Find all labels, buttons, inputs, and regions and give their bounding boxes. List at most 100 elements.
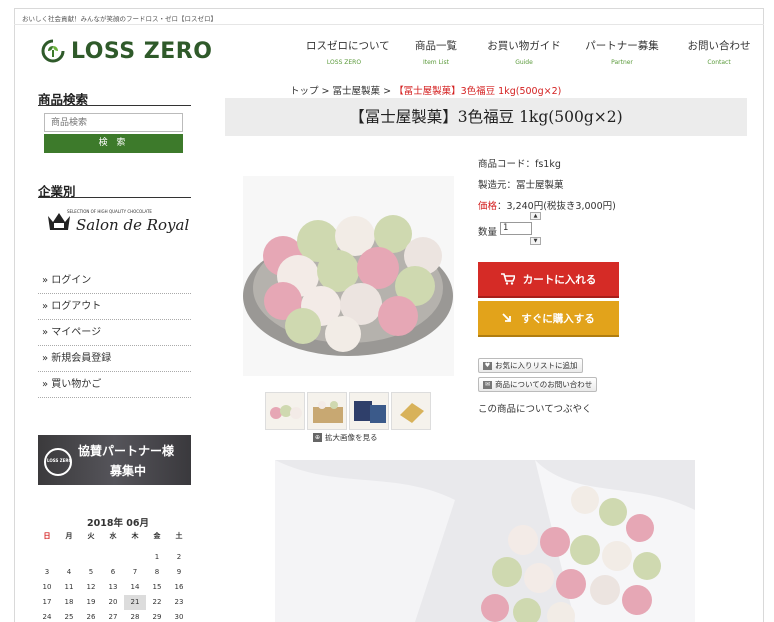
calendar-day: 27 xyxy=(108,613,118,621)
nav-partner-label: パートナー募集 xyxy=(585,40,659,52)
nav-item-list-label: 商品一覧 xyxy=(415,40,457,52)
thumbnail-1[interactable] xyxy=(265,392,305,430)
nav-item-list[interactable]: 商品一覧 Item List xyxy=(406,38,466,66)
thumbnail-strip xyxy=(265,392,435,432)
site-tagline: おいしく社会貢献！みんなが笑顔のフードロス・ゼロ【ロスゼロ】 xyxy=(22,15,217,23)
calendar-day: 18 xyxy=(64,598,74,606)
calendar-day: 25 xyxy=(64,613,74,621)
calendar-day: 3 xyxy=(44,568,50,576)
logo-text: LOSS ZERO xyxy=(71,38,213,64)
calendar-day xyxy=(80,550,102,565)
calendar-day: 2 xyxy=(176,553,182,561)
calendar-day: 5 xyxy=(88,568,94,576)
calendar-day xyxy=(124,550,146,565)
search-input[interactable] xyxy=(44,113,183,132)
calendar-day: 9 xyxy=(176,568,182,576)
add-to-cart-label: カートに入れる xyxy=(522,273,597,286)
menu-login[interactable]: » ログイン xyxy=(38,268,191,294)
calendar-day: 28 xyxy=(130,613,140,621)
add-to-cart-button[interactable]: カートに入れる xyxy=(478,262,619,296)
nav-contact-sublabel: Contact xyxy=(707,59,731,66)
calendar-weekday: 土 xyxy=(175,532,183,540)
calendar-day: 10 xyxy=(42,583,52,591)
calendar-day: 22 xyxy=(152,598,162,606)
breadcrumb-separator: > xyxy=(383,86,392,97)
nav-about-label: ロスゼロについて xyxy=(306,40,390,52)
calendar-day: 8 xyxy=(154,568,160,576)
menu-register[interactable]: » 新規会員登録 xyxy=(38,346,191,372)
product-inquiry-button[interactable]: ✉ 商品についてのお問い合わせ xyxy=(478,377,598,392)
zoom-link-label: 拡大画像を見る xyxy=(325,433,378,442)
calendar-day: 4 xyxy=(66,568,72,576)
nav-partner[interactable]: パートナー募集 Partner xyxy=(584,38,660,66)
nav-contact[interactable]: お問い合わせ Contact xyxy=(684,38,754,66)
calendar-title: 2018年 06月 xyxy=(87,518,149,529)
cart-icon xyxy=(500,273,515,285)
nav-partner-sublabel: Partner xyxy=(611,59,633,66)
menu-cart[interactable]: » 買い物かご xyxy=(38,372,191,398)
calendar-day: 26 xyxy=(86,613,96,621)
breadcrumb-current: 【冨士屋製菓】3色福豆 1kg(500g×2) xyxy=(394,86,562,97)
calendar-day: 15 xyxy=(152,583,162,591)
qty-down-icon[interactable]: ▼ xyxy=(530,237,541,245)
calendar-day: 7 xyxy=(132,568,138,576)
tweet-link[interactable]: この商品についてつぶやく xyxy=(478,401,592,415)
search-button[interactable]: 検 索 xyxy=(44,134,183,153)
loss-zero-logo-icon xyxy=(40,38,66,64)
product-maker: 製造元：冨士屋製菓 xyxy=(478,180,564,191)
price-label: 価格 xyxy=(478,201,498,212)
qty-up-icon[interactable]: ▲ xyxy=(530,212,541,220)
nav-item-list-sublabel: Item List xyxy=(422,59,450,66)
thumbnail-3[interactable] xyxy=(349,392,389,430)
menu-logout[interactable]: » ログアウト xyxy=(38,294,191,320)
add-favorite-button[interactable]: ♥ お気に入りリストに追加 xyxy=(478,358,583,373)
nav-guide-sublabel: Guide xyxy=(515,59,533,66)
thumbnail-2[interactable] xyxy=(307,392,347,430)
add-favorite-label: お気に入りリストに追加 xyxy=(495,361,578,370)
banner-line-2: 募集中 xyxy=(110,464,147,478)
thumbnail-4[interactable] xyxy=(391,392,431,430)
calendar-weekday: 月 xyxy=(65,532,73,540)
calendar-day: 12 xyxy=(86,583,96,591)
nav-about[interactable]: ロスゼロについて LOSS ZERO xyxy=(306,38,390,66)
qty-label: 数量 xyxy=(478,227,498,238)
company-title-rule xyxy=(38,197,191,198)
calendar-day xyxy=(102,550,124,565)
menu-mypage[interactable]: » マイページ xyxy=(38,320,191,346)
arrow-down-right-icon xyxy=(502,313,512,322)
calendar-day: 20 xyxy=(108,598,118,606)
nav-guide[interactable]: お買い物ガイド Guide xyxy=(484,38,564,66)
buy-now-button[interactable]: すぐに購入する xyxy=(478,301,619,335)
breadcrumb: トップ > 冨士屋製菓 > 【冨士屋製菓】3色福豆 1kg(500g×2) xyxy=(290,83,561,97)
quantity-input[interactable]: 1 xyxy=(500,222,532,235)
salon-name: Salon de Royal xyxy=(76,216,190,234)
product-code: 商品コード：fs1kg xyxy=(478,159,561,170)
salon-subtitle: SELECTION OF HIGH QUALITY CHOCOLATE xyxy=(67,209,152,214)
calendar-day: 11 xyxy=(64,583,74,591)
buy-now-label: すぐに購入する xyxy=(521,312,595,325)
nav-about-sublabel: LOSS ZERO xyxy=(326,59,362,66)
search-title-rule xyxy=(38,105,191,106)
product-main-image[interactable] xyxy=(243,176,454,376)
calendar-day: 16 xyxy=(174,583,184,591)
calendar-day: 23 xyxy=(174,598,184,606)
site-logo[interactable]: LOSS ZERO xyxy=(40,35,212,67)
product-inquiry-label: 商品についてのお問い合わせ xyxy=(495,380,593,389)
breadcrumb-home[interactable]: トップ xyxy=(290,86,319,97)
nav-guide-label: お買い物ガイド xyxy=(487,40,561,52)
product-title: 【冨士屋製菓】3色福豆 1kg(500g×2) xyxy=(349,108,623,126)
calendar-day xyxy=(58,550,80,565)
breadcrumb-separator: > xyxy=(321,86,330,97)
calendar-weekday: 木 xyxy=(131,532,139,540)
calendar-day: 13 xyxy=(108,583,118,591)
calendar-day: 17 xyxy=(42,598,52,606)
product-price: 価格：3,240円(税抜き3,000円) xyxy=(478,198,616,212)
calendar-day: 21 xyxy=(124,595,146,610)
breadcrumb-category[interactable]: 冨士屋製菓 xyxy=(333,86,381,97)
calendar-weekday: 日 xyxy=(43,532,51,540)
zoom-link[interactable]: ⊕ 拡大画像を見る xyxy=(313,432,378,443)
mail-icon: ✉ xyxy=(483,380,492,389)
calendar-weekday: 金 xyxy=(153,532,161,540)
nav-contact-label: お問い合わせ xyxy=(687,40,751,52)
header-divider xyxy=(14,24,764,25)
